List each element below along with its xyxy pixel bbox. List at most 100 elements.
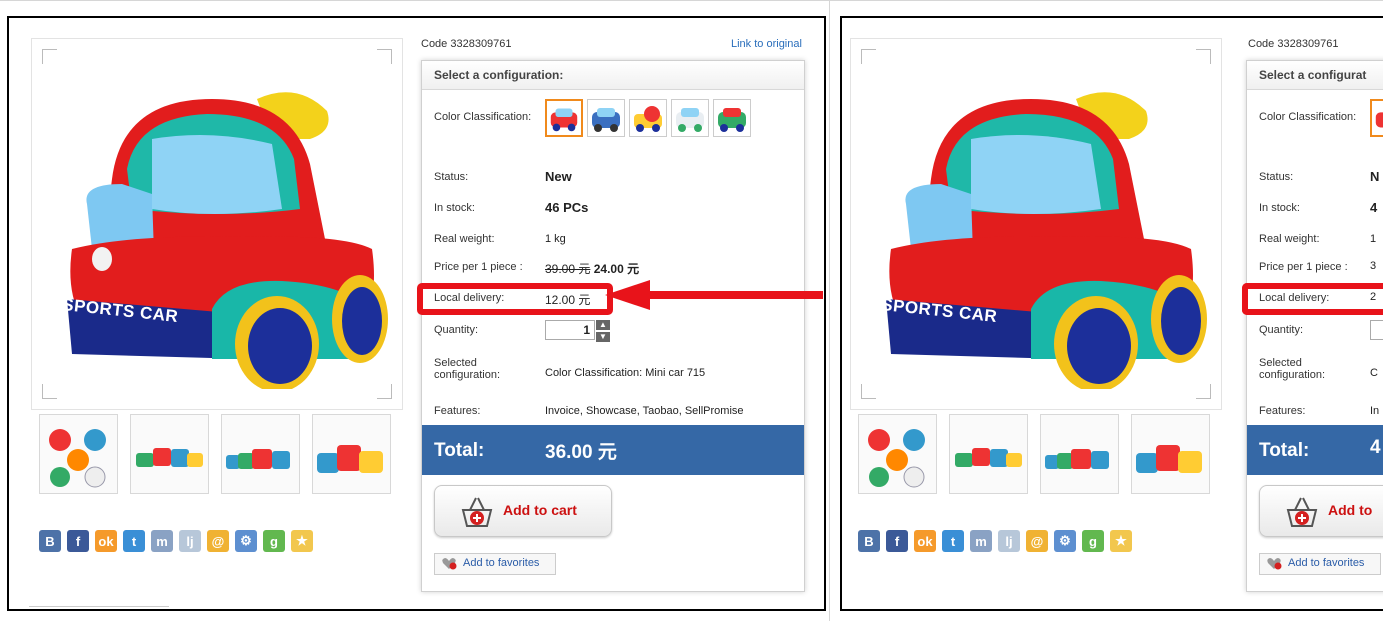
features-value: Invoice, Showcase, Taobao, SellPromise <box>545 405 744 417</box>
product-code: Code 3328309761 <box>1248 38 1339 50</box>
total-bar: Total: 4 <box>1247 425 1383 475</box>
thumbnail-2[interactable] <box>949 414 1028 494</box>
stock-value: 4 <box>1370 200 1378 215</box>
quantity-input[interactable] <box>1370 320 1383 340</box>
basket-icon <box>461 497 493 527</box>
swatch-mixer-truck[interactable] <box>629 99 667 137</box>
toy-car-image <box>886 92 1207 389</box>
stock-label: In stock: <box>434 202 475 214</box>
features-label: Features: <box>1259 405 1306 417</box>
thumbnail-2[interactable] <box>130 414 209 494</box>
total-label: Total: <box>434 440 485 461</box>
basket-icon <box>1286 497 1318 527</box>
star-icon[interactable]: ★ <box>1110 530 1132 552</box>
thumbnail-strip <box>39 414 391 494</box>
quantity-input[interactable]: 1 <box>545 320 595 340</box>
product-code: Code 3328309761 <box>421 38 512 50</box>
increment-icon[interactable]: ▲ <box>596 320 610 330</box>
status-label: Status: <box>434 171 469 183</box>
add-to-cart-button[interactable]: Add to cart <box>434 485 612 537</box>
price-value: 3 <box>1370 260 1377 272</box>
odnoklassniki-icon[interactable]: ok <box>914 530 936 552</box>
thumbnail-3[interactable] <box>221 414 300 494</box>
settings-icon[interactable]: ⚙ <box>1054 530 1076 552</box>
vk-icon[interactable]: B <box>39 530 61 552</box>
price-label: Price per 1 piece : <box>434 261 523 273</box>
googleplus-icon[interactable]: g <box>1082 530 1104 552</box>
email-icon[interactable]: @ <box>1026 530 1048 552</box>
config-title: Select a configuration: <box>422 61 804 90</box>
color-swatches <box>545 99 751 137</box>
facebook-icon[interactable]: f <box>67 530 89 552</box>
add-to-favorites-button[interactable]: Add to favorites <box>434 553 556 575</box>
add-to-favorites-label: Add to favorites <box>1288 557 1365 569</box>
quantity-stepper[interactable]: ▲ ▼ <box>596 320 610 342</box>
googleplus-icon[interactable]: g <box>263 530 285 552</box>
new-price: 24.00 元 <box>593 262 640 276</box>
config-title: Select a configurat <box>1247 61 1383 90</box>
swatch-red-car[interactable] <box>1370 99 1383 137</box>
twitter-icon[interactable]: t <box>942 530 964 552</box>
panel-divider <box>829 0 830 621</box>
main-product-image-copy[interactable]: SPORTS CAR <box>850 38 1222 410</box>
delivery-highlight-box <box>417 283 613 315</box>
link-to-original[interactable]: Link to original <box>731 38 802 50</box>
red-arrow-annotation <box>605 280 823 310</box>
bottom-tab-edge <box>29 606 169 609</box>
add-to-cart-label: Add to cart <box>503 502 577 518</box>
add-to-favorites-button[interactable]: Add to favorites <box>1259 553 1381 575</box>
selected-config-value: Color Classification: Mini car 715 <box>545 367 706 379</box>
selected-config-value: C <box>1370 367 1378 379</box>
thumbnail-3[interactable] <box>1040 414 1119 494</box>
old-price: 39.00 元 <box>545 262 591 276</box>
decrement-icon[interactable]: ▼ <box>596 332 610 342</box>
selected-config-label: Selected configuration: <box>1259 357 1326 381</box>
mailru-icon[interactable]: m <box>151 530 173 552</box>
top-border <box>0 0 1383 1</box>
status-value: N <box>1370 169 1380 184</box>
selected-config-label: Selected configuration: <box>434 357 501 381</box>
vk-icon[interactable]: B <box>858 530 880 552</box>
livejournal-icon[interactable]: lj <box>998 530 1020 552</box>
thumbnail-4[interactable] <box>312 414 391 494</box>
thumbnail-4[interactable] <box>1131 414 1210 494</box>
thumbnail-1[interactable] <box>858 414 937 494</box>
facebook-icon[interactable]: f <box>886 530 908 552</box>
swatch-red-car[interactable] <box>545 99 583 137</box>
mailru-icon[interactable]: m <box>970 530 992 552</box>
weight-value: 1 kg <box>545 233 566 245</box>
toy-car-image <box>67 92 388 389</box>
favorites-heart-icon <box>1267 558 1282 570</box>
livejournal-icon[interactable]: lj <box>179 530 201 552</box>
star-icon[interactable]: ★ <box>291 530 313 552</box>
total-bar: Total: 36.00 元 <box>422 425 804 475</box>
configuration-box-cropped: Select a configurat Color Classification… <box>1242 60 1383 592</box>
stock-label: In stock: <box>1259 202 1300 214</box>
configuration-box: Select a configuration: Color Classifica… <box>417 60 805 592</box>
odnoklassniki-icon[interactable]: ok <box>95 530 117 552</box>
settings-icon[interactable]: ⚙ <box>235 530 257 552</box>
delivery-highlight-box <box>1242 283 1383 315</box>
status-value: New <box>545 169 572 184</box>
main-product-image[interactable]: SPORTS CAR <box>31 38 403 410</box>
add-to-cart-button[interactable]: Add to <box>1259 485 1383 537</box>
total-value: 4 <box>1370 437 1381 458</box>
color-classification-label: Color Classification: <box>434 111 532 123</box>
thumbnail-1[interactable] <box>39 414 118 494</box>
quantity-label: Quantity: <box>434 324 479 336</box>
color-classification-label: Color Classification: <box>1259 111 1357 123</box>
product-panel-left: SPORTS CAR B f ok t m lj @ ⚙ g ★ Code 33… <box>7 16 826 611</box>
favorites-heart-icon <box>442 558 457 570</box>
swatch-blue-car[interactable] <box>587 99 625 137</box>
quantity-label: Quantity: <box>1259 324 1304 336</box>
weight-value: 1 <box>1370 233 1377 245</box>
social-share-bar-copy: B f ok t m lj @ ⚙ g ★ <box>858 530 1132 552</box>
email-icon[interactable]: @ <box>207 530 229 552</box>
thumbnail-strip-copy <box>858 414 1210 494</box>
price-label: Price per 1 piece : <box>1259 261 1348 273</box>
swatch-green-truck[interactable] <box>713 99 751 137</box>
twitter-icon[interactable]: t <box>123 530 145 552</box>
social-share-bar: B f ok t m lj @ ⚙ g ★ <box>39 530 313 552</box>
total-value: 36.00 元 <box>545 442 617 463</box>
swatch-white-car[interactable] <box>671 99 709 137</box>
